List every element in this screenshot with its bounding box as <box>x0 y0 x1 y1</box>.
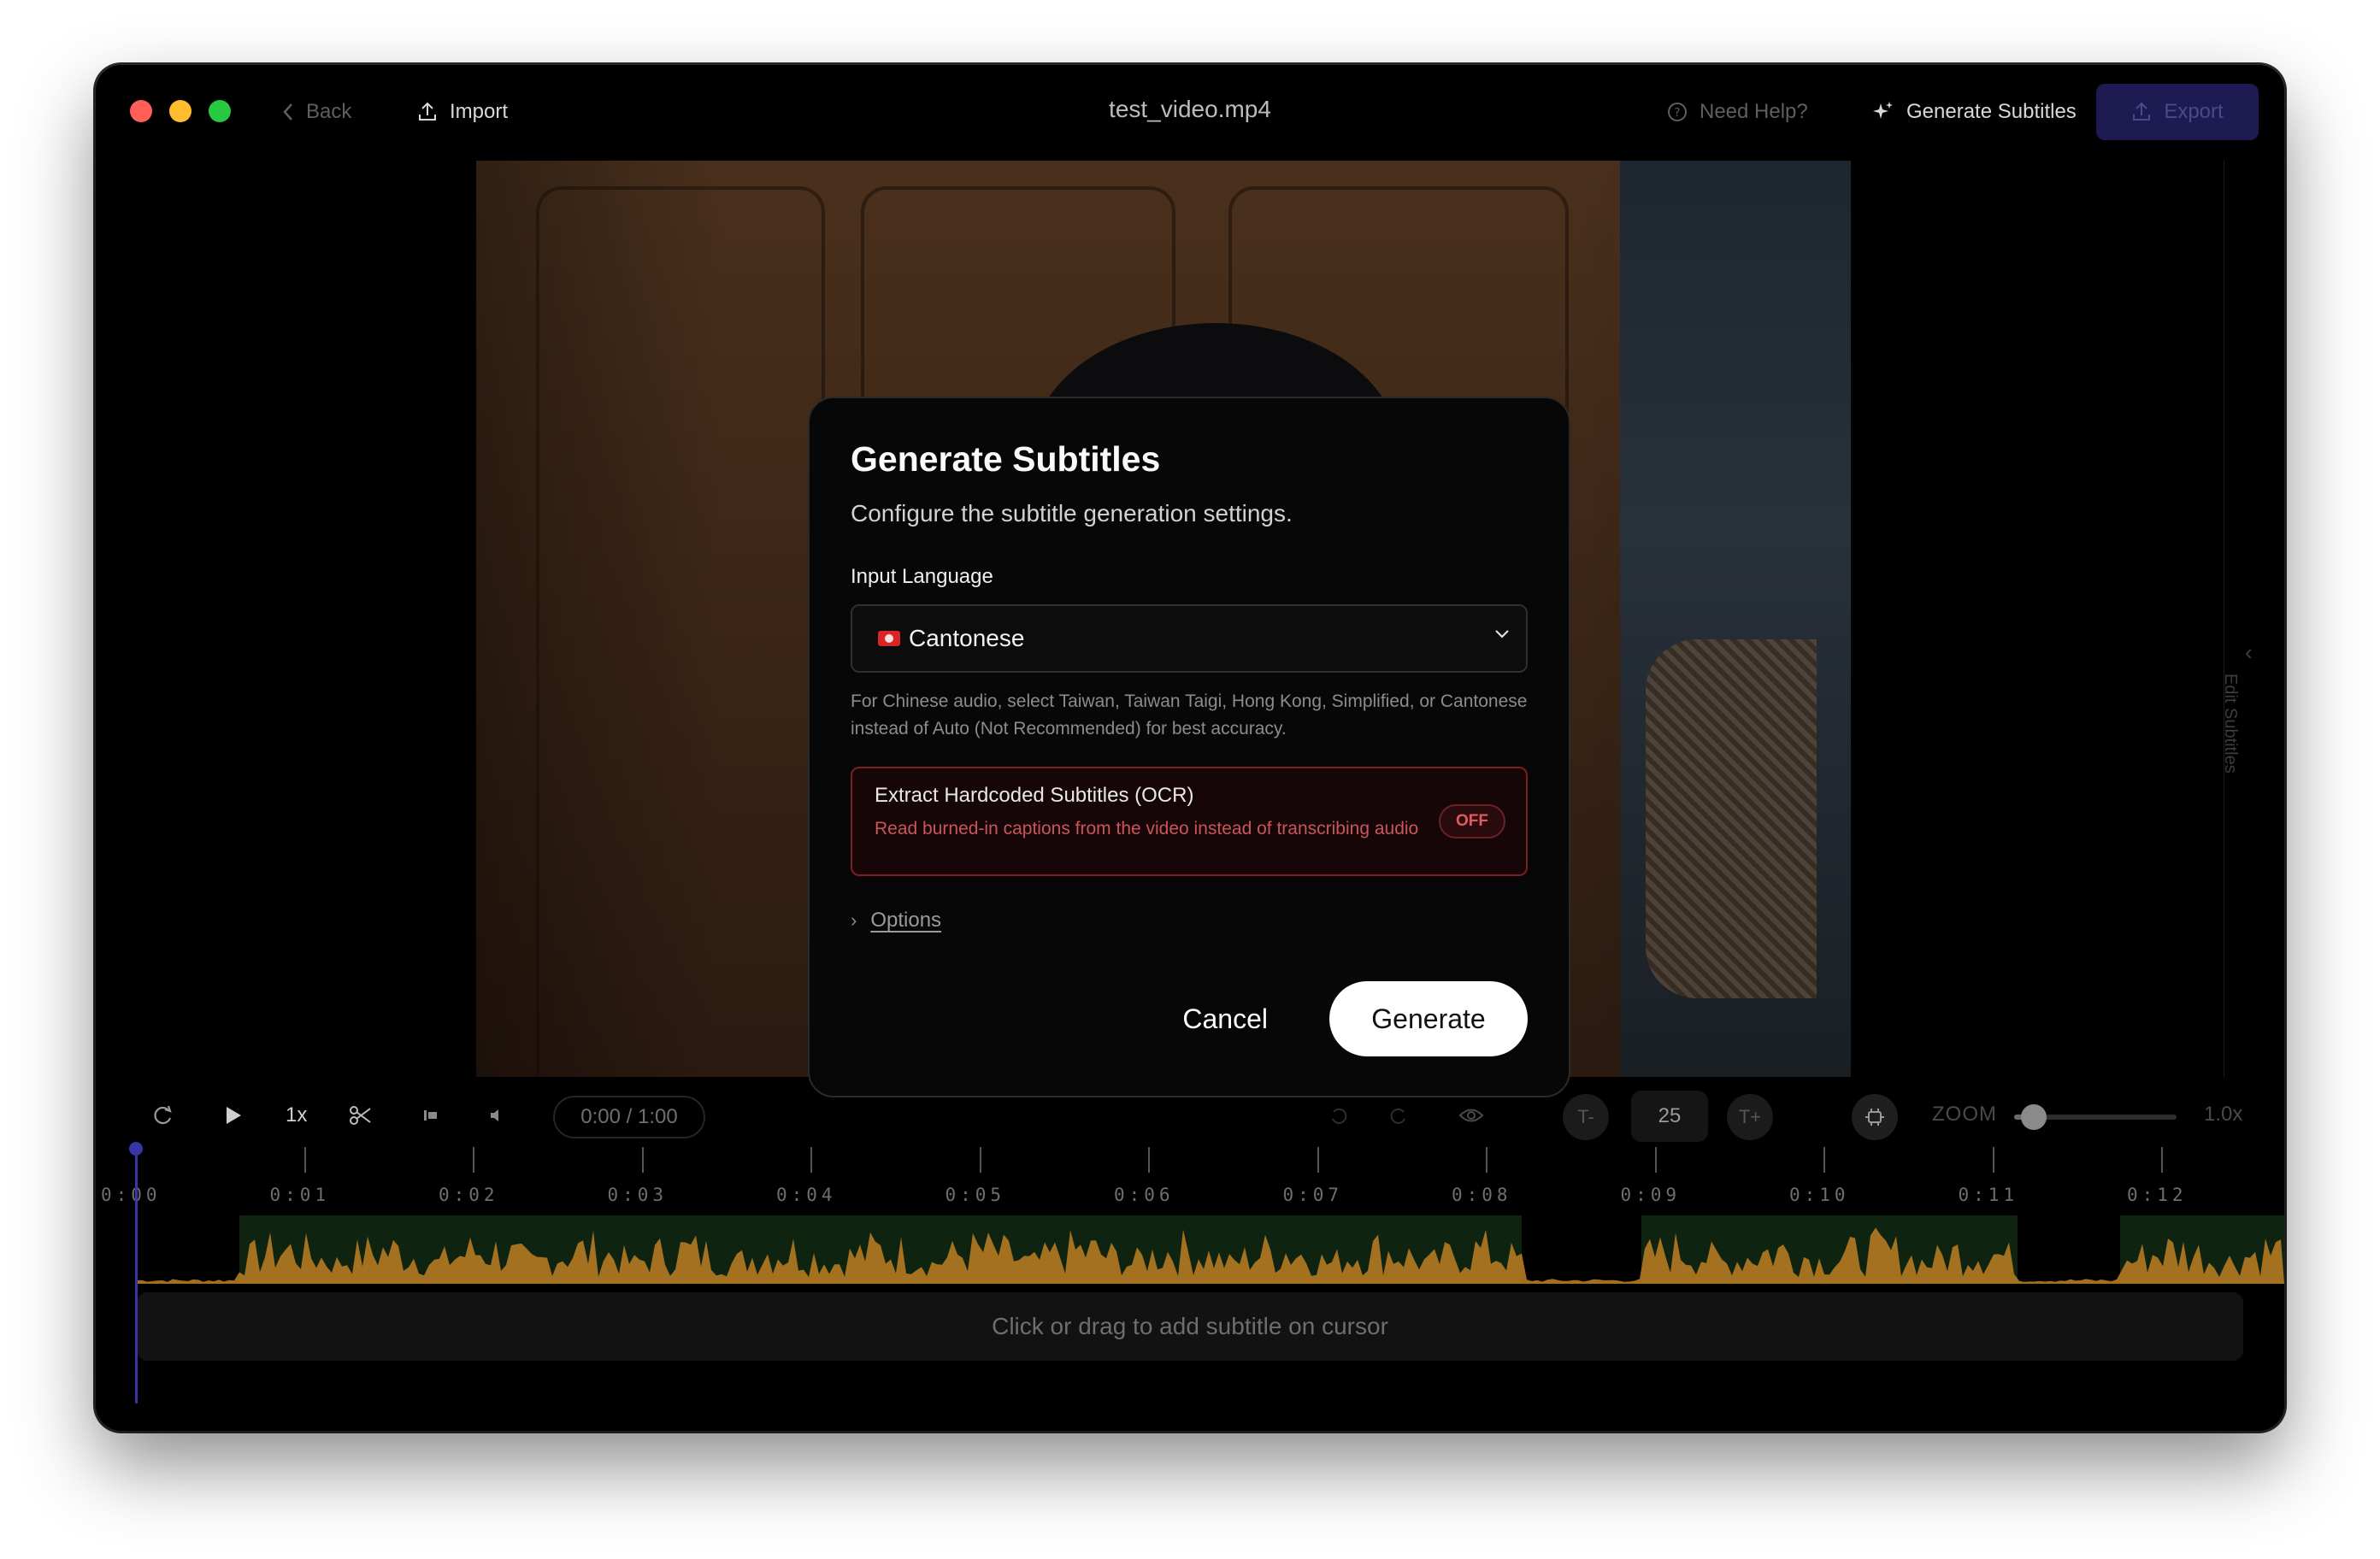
timeline-tick-label: 0:08 <box>1452 1185 1512 1205</box>
input-language-select[interactable]: Cantonese <box>851 604 1528 673</box>
redo-icon[interactable] <box>152 1084 174 1147</box>
timeline-tick <box>473 1147 474 1173</box>
generate-button[interactable]: Generate <box>1329 981 1528 1056</box>
import-label: Import <box>450 100 509 123</box>
play-icon <box>227 1107 241 1124</box>
timeline-tick-label: 0:05 <box>945 1185 1006 1205</box>
dialog-description: Configure the subtitle generation settin… <box>851 500 1293 527</box>
timeline-tick <box>1823 1147 1825 1173</box>
font-decrease-button[interactable]: T- <box>1563 1094 1609 1140</box>
input-language-label: Input Language <box>851 565 993 588</box>
timeline-tick <box>1317 1147 1319 1173</box>
playhead-cursor[interactable] <box>129 1142 143 1403</box>
hong-kong-flag-icon <box>878 631 900 646</box>
chevron-right-icon: › <box>851 909 857 931</box>
ocr-extract-option[interactable]: Extract Hardcoded Subtitles (OCR) Read b… <box>851 767 1528 876</box>
timeline-tick <box>1486 1147 1488 1173</box>
export-label: Export <box>2164 100 2224 123</box>
font-size-value[interactable]: 25 <box>1631 1091 1708 1142</box>
timeline-tick <box>641 1147 644 1173</box>
zoom-slider-handle[interactable] <box>2020 1104 2047 1130</box>
edit-subtitles-label: Edit Subtitles <box>2221 674 2240 774</box>
timeline-tick <box>1148 1147 1150 1173</box>
audio-waveform[interactable] <box>137 1215 2284 1284</box>
chevron-left-icon: ‹ <box>2245 639 2253 665</box>
zoom-value: 1.0x <box>2204 1103 2243 1126</box>
video-frame-detail <box>536 186 825 1077</box>
ocr-description: Read burned-in captions from the video i… <box>875 819 1419 838</box>
title-bar: Back Import test_video.mp4 ? Need Help? … <box>96 65 2284 159</box>
timeline-tick-label: 0:11 <box>1958 1185 2019 1205</box>
zoom-slider[interactable] <box>2014 1104 2177 1130</box>
timeline-tick-label: 0:04 <box>776 1185 837 1205</box>
input-language-value: Cantonese <box>909 625 1025 651</box>
timeline-tick <box>303 1147 306 1173</box>
chevron-left-icon <box>283 103 292 121</box>
need-help-button[interactable]: ? Need Help? <box>1667 97 1808 126</box>
timeline-tick <box>979 1147 981 1173</box>
add-subtitle-hint: Click or drag to add subtitle on cursor <box>992 1313 1388 1339</box>
timeline-tick <box>1654 1147 1657 1173</box>
edit-subtitles-panel-toggle[interactable]: ‹ Edit Subtitles <box>2221 161 2284 1077</box>
generate-subtitles-label: Generate Subtitles <box>1906 100 2077 123</box>
upload-icon <box>2133 102 2151 121</box>
ocr-title: Extract Hardcoded Subtitles (OCR) <box>875 784 1194 807</box>
fit-width-icon <box>1865 1109 1884 1126</box>
dialog-title: Generate Subtitles <box>851 439 1161 479</box>
timeline-tick-label: 0:02 <box>439 1185 499 1205</box>
scissors-icon[interactable] <box>349 1084 373 1147</box>
split-marker-icon[interactable] <box>421 1084 441 1147</box>
timeline-tick-label: 0:10 <box>1789 1185 1850 1205</box>
timeline-tick <box>810 1147 812 1173</box>
upload-icon <box>419 102 436 121</box>
timeline-tick-label: 0:01 <box>269 1185 331 1205</box>
ocr-toggle[interactable]: OFF <box>1439 804 1505 838</box>
close-window-button[interactable] <box>130 100 152 122</box>
export-button[interactable]: Export <box>2096 84 2259 140</box>
help-circle-icon: ? <box>1668 103 1687 121</box>
cancel-button[interactable]: Cancel <box>1182 1003 1268 1035</box>
speed-button[interactable]: 1x <box>286 1084 307 1147</box>
play-button[interactable] <box>224 1084 243 1147</box>
font-increase-button[interactable]: T+ <box>1727 1094 1773 1140</box>
timeline-tick-label: 0:09 <box>1620 1185 1682 1205</box>
timeline-tick-label: 0:03 <box>607 1185 669 1205</box>
dialog-actions: Cancel Generate <box>1182 981 1528 1056</box>
volume-icon[interactable] <box>487 1084 508 1147</box>
minimize-window-button[interactable] <box>169 100 191 122</box>
timeline-tick-label: 0:00 <box>101 1185 162 1205</box>
app-window: Back Import test_video.mp4 ? Need Help? … <box>96 65 2284 1431</box>
chevron-down-icon <box>1495 630 1509 638</box>
timeline-tick <box>1992 1147 1994 1173</box>
maximize-window-button[interactable] <box>209 100 231 122</box>
language-hint: For Chinese audio, select Taiwan, Taiwan… <box>851 691 1528 738</box>
subtitle-track[interactable]: Click or drag to add subtitle on cursor <box>137 1292 2243 1361</box>
options-expander[interactable]: › Options <box>851 909 1528 932</box>
back-button[interactable]: Back <box>282 97 351 126</box>
generate-subtitles-dialog: Generate Subtitles Configure the subtitl… <box>808 397 1570 1097</box>
svg-text:?: ? <box>1675 107 1681 120</box>
timeline-tick-label: 0:06 <box>1114 1185 1175 1205</box>
timeline-tick-label: 0:07 <box>1282 1185 1344 1205</box>
timeline-ruler[interactable]: 0:00 0:01 0:02 0:03 0:04 0:05 0:06 0:07 0:08 0:09… <box>96 1147 2284 1215</box>
time-display: 0:00 / 1:00 <box>553 1096 705 1138</box>
need-help-label: Need Help? <box>1700 100 1808 123</box>
fit-width-button[interactable] <box>1852 1094 1898 1140</box>
back-label: Back <box>306 100 352 123</box>
zoom-label: ZOOM <box>1932 1103 1997 1126</box>
timeline-tick <box>2161 1147 2163 1173</box>
timeline-tick-label: 0:12 <box>2127 1185 2188 1205</box>
options-label: Options <box>870 909 942 932</box>
import-button[interactable]: Import <box>417 97 508 126</box>
video-frame-detail <box>1646 639 1817 998</box>
sparkles-icon <box>1873 102 1893 119</box>
generate-subtitles-button[interactable]: Generate Subtitles <box>1872 97 2077 126</box>
